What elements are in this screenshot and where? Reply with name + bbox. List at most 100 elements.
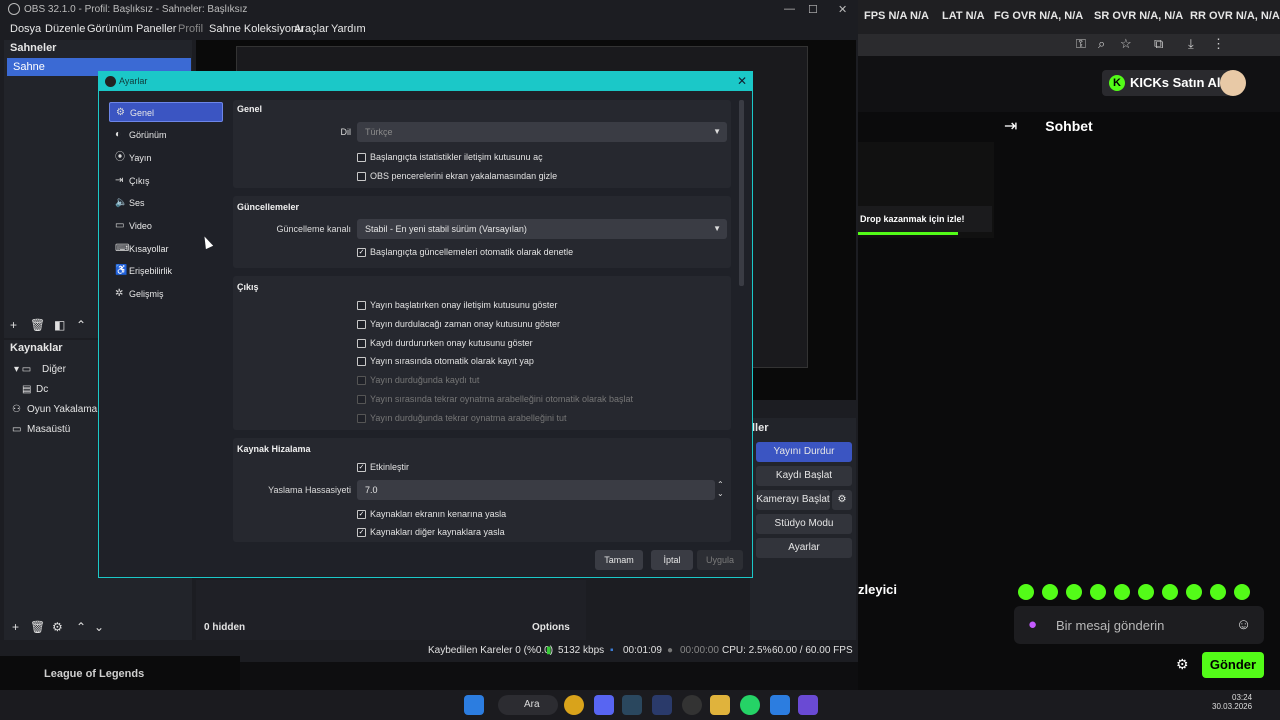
- chat-input[interactable]: ● Bir mesaj gönderin ☺: [1014, 606, 1264, 644]
- emote-icon[interactable]: [1162, 584, 1178, 600]
- stats-on-startup-checkbox[interactable]: Başlangıçta istatistikler iletişim kutus…: [357, 152, 543, 162]
- start-recording-button[interactable]: Kaydı Başlat: [756, 466, 852, 486]
- nav-stream[interactable]: ⦿ Yayın: [109, 148, 223, 168]
- browser-window: FPS N/A N/A LAT N/A FG OVR N/A, N/A SR O…: [858, 0, 1280, 690]
- avatar[interactable]: [1220, 70, 1246, 96]
- menu-tools[interactable]: Araçlar: [294, 23, 329, 35]
- browser-tab[interactable]: FPS N/A N/A: [864, 10, 929, 22]
- drop-banner[interactable]: Drop kazanmak için izle!: [858, 206, 992, 232]
- studio-mode-button[interactable]: Stüdyo Modu: [756, 514, 852, 534]
- app-icon[interactable]: [652, 695, 672, 715]
- ok-button[interactable]: Tamam: [595, 550, 643, 570]
- hide-from-capture-checkbox[interactable]: OBS pencerelerini ekran yakalamasından g…: [357, 171, 557, 181]
- send-button[interactable]: Gönder: [1202, 652, 1264, 678]
- browser-tab[interactable]: RR OVR N/A, N/A: [1190, 10, 1280, 22]
- settings-button[interactable]: Ayarlar: [756, 538, 852, 558]
- apply-button[interactable]: Uygula: [697, 550, 743, 570]
- star-icon[interactable]: ☆: [1120, 36, 1132, 52]
- source-item[interactable]: Dc: [36, 384, 48, 395]
- emote-icon[interactable]: [1114, 584, 1130, 600]
- emoji-icon[interactable]: ☺: [1236, 616, 1251, 633]
- browser-tab[interactable]: LAT N/A: [942, 10, 985, 22]
- windows-start-icon[interactable]: [464, 695, 484, 715]
- menu-help[interactable]: Yardım: [331, 23, 366, 35]
- steam-icon[interactable]: [622, 695, 642, 715]
- nav-audio[interactable]: 🔈 Ses: [109, 193, 223, 213]
- auto-record-checkbox[interactable]: Yayın sırasında otomatik olarak kayıt ya…: [357, 356, 534, 366]
- stop-streaming-button[interactable]: Yayını Durdur: [756, 442, 852, 462]
- emote-icon[interactable]: [1138, 584, 1154, 600]
- confirm-stop-checkbox[interactable]: Yayın durdulacağı zaman onay kutusunu gö…: [357, 319, 560, 329]
- browser-tab[interactable]: FG OVR N/A, N/A: [994, 10, 1083, 22]
- emote-icon[interactable]: [1186, 584, 1202, 600]
- source-item[interactable]: Oyun Yakalama: [27, 404, 97, 415]
- download-icon[interactable]: ⤓: [1188, 36, 1194, 52]
- snap-enable-checkbox[interactable]: ✓ Etkinleştir: [357, 462, 409, 472]
- whatsapp-icon[interactable]: [740, 695, 760, 715]
- move-up-icon[interactable]: ⌃: [76, 620, 86, 634]
- scrollbar[interactable]: [739, 100, 744, 286]
- move-down-icon[interactable]: ⌄: [94, 620, 104, 634]
- microphone-icon[interactable]: ●: [1028, 616, 1037, 633]
- cancel-button[interactable]: İptal: [651, 550, 693, 570]
- remove-source-icon[interactable]: 🗑: [30, 620, 45, 634]
- move-up-icon[interactable]: ⌃: [76, 318, 86, 332]
- nav-output[interactable]: ⇥ Çıkış: [109, 171, 223, 191]
- update-channel-select[interactable]: Stabil - En yeni stabil sürüm (Varsayıla…: [357, 219, 727, 239]
- language-select[interactable]: Türkçe ▼: [357, 122, 727, 142]
- nav-appearance[interactable]: ◐ Görünüm: [109, 125, 223, 145]
- add-source-icon[interactable]: +: [12, 620, 19, 634]
- maximize-icon[interactable]: ☐: [808, 3, 818, 16]
- close-icon[interactable]: ✕: [737, 74, 747, 88]
- menu-edit[interactable]: Düzenle: [45, 23, 85, 35]
- discord-icon[interactable]: [594, 695, 614, 715]
- nav-general[interactable]: ⚙ Genel: [109, 102, 223, 122]
- buy-kicks-button[interactable]: K KICKs Satın Al: [1102, 70, 1231, 96]
- snap-sensitivity-spinbox[interactable]: 7.0: [357, 480, 715, 500]
- menu-icon[interactable]: ⋮: [1212, 36, 1225, 52]
- key-icon[interactable]: ⚿: [1076, 36, 1086, 52]
- nav-accessibility[interactable]: ♿ Erişebilirlik: [109, 261, 223, 281]
- settings-content: Genel Dil Türkçe ▼ Başlangıçta istatisti…: [231, 98, 741, 542]
- confirm-start-checkbox[interactable]: Yayın başlatırken onay iletişim kutusunu…: [357, 300, 557, 310]
- minimize-icon[interactable]: —: [784, 3, 795, 15]
- emote-icon[interactable]: [1042, 584, 1058, 600]
- emote-icon[interactable]: [1090, 584, 1106, 600]
- spin-arrows-icon[interactable]: ⌃ ⌄: [717, 480, 724, 498]
- zoom-icon[interactable]: ⌕: [1098, 36, 1105, 52]
- extensions-icon[interactable]: ⧉: [1154, 36, 1163, 52]
- chrome-icon[interactable]: [564, 695, 584, 715]
- emote-icon[interactable]: [1234, 584, 1250, 600]
- menu-view[interactable]: Görünüm: [87, 23, 133, 35]
- app-icon[interactable]: [798, 695, 818, 715]
- filter-icon[interactable]: ◧: [54, 318, 65, 332]
- clock[interactable]: 03:24 30.03.2026: [1212, 693, 1252, 711]
- obs-icon[interactable]: [682, 695, 702, 715]
- add-scene-icon[interactable]: +: [10, 318, 17, 332]
- chat-settings-icon[interactable]: ⚙: [1176, 656, 1189, 673]
- menu-scene-collection[interactable]: Sahne Koleksiyonu: [209, 23, 303, 35]
- source-item[interactable]: Diğer: [42, 364, 66, 375]
- emote-icon[interactable]: [1018, 584, 1034, 600]
- auto-update-checkbox[interactable]: ✓ Başlangıçta güncellemeleri otomatik ola…: [357, 247, 573, 257]
- menu-file[interactable]: Dosya: [10, 23, 41, 35]
- menu-profile[interactable]: Profil: [178, 23, 203, 35]
- app-icon[interactable]: [770, 695, 790, 715]
- start-camera-button[interactable]: Kamerayı Başlat: [756, 490, 830, 510]
- emote-icon[interactable]: [1210, 584, 1226, 600]
- close-icon[interactable]: ✕: [838, 3, 847, 16]
- confirm-stop-record-checkbox[interactable]: Kaydı durdururken onay kutusunu göster: [357, 338, 533, 348]
- remove-scene-icon[interactable]: 🗑: [30, 318, 45, 332]
- nav-video[interactable]: ▭ Video: [109, 216, 223, 236]
- options-button[interactable]: Options: [532, 622, 570, 633]
- nav-advanced[interactable]: ✲ Gelişmiş: [109, 284, 223, 304]
- camera-settings-icon[interactable]: ⚙: [832, 490, 852, 510]
- source-settings-icon[interactable]: ⚙: [52, 620, 63, 634]
- browser-tab[interactable]: SR OVR N/A, N/A: [1094, 10, 1183, 22]
- emote-icon[interactable]: [1066, 584, 1082, 600]
- snap-screen-edge-checkbox[interactable]: ✓ Kaynakları ekranın kenarına yasla: [357, 509, 506, 519]
- menu-docks[interactable]: Paneller: [136, 23, 176, 35]
- snap-other-sources-checkbox[interactable]: ✓ Kaynakları diğer kaynaklara yasla: [357, 527, 505, 537]
- folder-icon[interactable]: [710, 695, 730, 715]
- source-item[interactable]: Masaüstü: [27, 424, 70, 435]
